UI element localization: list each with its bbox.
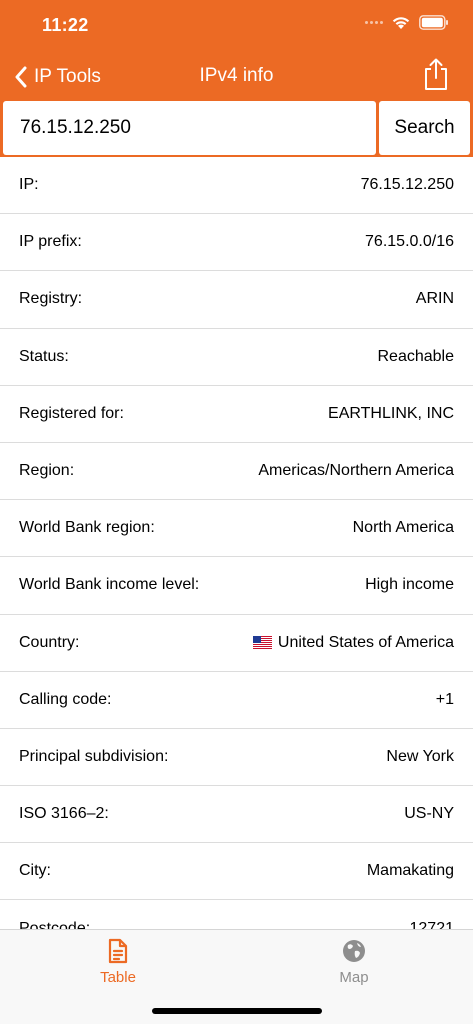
- back-button[interactable]: IP Tools: [14, 61, 101, 93]
- row-label: Principal subdivision:: [19, 747, 169, 765]
- row-label: Country:: [19, 633, 80, 651]
- home-indicator: [152, 1008, 322, 1014]
- table-row-ip[interactable]: IP: 76.15.12.250: [0, 157, 473, 215]
- row-label: City:: [19, 862, 51, 880]
- table-row-registry[interactable]: Registry: ARIN: [0, 271, 473, 329]
- table-row-status[interactable]: Status: Reachable: [0, 329, 473, 386]
- row-label: Registered for:: [19, 404, 124, 422]
- cellular-signal-icon: [365, 21, 383, 24]
- share-icon: [425, 58, 447, 90]
- row-label: Status:: [19, 347, 69, 365]
- row-label: World Bank income level:: [19, 576, 200, 594]
- row-label: IP prefix:: [19, 233, 82, 251]
- wifi-icon: [391, 15, 411, 30]
- country-name: United States of America: [277, 633, 454, 651]
- row-label: Registry:: [19, 290, 83, 308]
- row-label: Region:: [19, 462, 75, 480]
- row-label: Postcode:: [19, 919, 91, 929]
- status-time: 11:22: [42, 15, 89, 35]
- ip-search-input[interactable]: [3, 101, 376, 155]
- ip-info-table[interactable]: IP: 76.15.12.250 IP prefix: 76.15.0.0/16…: [0, 157, 473, 929]
- row-value: 12721: [409, 919, 455, 929]
- row-value: 76.15.0.0/16: [365, 233, 454, 251]
- navigation-bar: IP Tools IPv4 info: [0, 55, 473, 99]
- row-label: Calling code:: [19, 690, 112, 708]
- tab-label: Table: [100, 969, 136, 986]
- share-button[interactable]: [421, 57, 451, 91]
- row-label: ISO 3166–2:: [19, 805, 109, 823]
- status-bar: 11:22: [0, 0, 473, 50]
- globe-icon: [343, 940, 365, 962]
- row-label: IP:: [19, 176, 39, 194]
- table-row-region[interactable]: Region: Americas/Northern America: [0, 443, 473, 501]
- document-icon: [108, 938, 128, 964]
- table-row-calling-code[interactable]: Calling code: +1: [0, 672, 473, 729]
- battery-icon: [419, 15, 449, 30]
- table-row-country[interactable]: Country: United States of America: [0, 615, 473, 672]
- search-row: Search: [0, 99, 473, 159]
- row-value: 76.15.12.250: [360, 176, 454, 194]
- row-value: Americas/Northern America: [258, 462, 454, 480]
- tab-label: Map: [339, 969, 369, 986]
- row-value: US-NY: [404, 805, 454, 823]
- chevron-left-icon: [15, 66, 27, 88]
- tab-table[interactable]: Table: [58, 938, 178, 986]
- row-value: +1: [435, 690, 454, 708]
- tab-map[interactable]: Map: [294, 938, 414, 986]
- us-flag-icon: [252, 636, 272, 650]
- back-button-label: IP Tools: [34, 66, 101, 87]
- row-value: North America: [352, 519, 454, 537]
- row-value: ARIN: [415, 290, 454, 308]
- table-row-postcode[interactable]: Postcode: 12721: [0, 900, 473, 929]
- row-value: Mamakating: [366, 862, 454, 880]
- table-row-registered-for[interactable]: Registered for: EARTHLINK, INC: [0, 386, 473, 443]
- table-row-principal-subdivision[interactable]: Principal subdivision: New York: [0, 729, 473, 787]
- status-indicators: [365, 15, 449, 30]
- row-value: EARTHLINK, INC: [328, 404, 454, 422]
- row-value: New York: [386, 747, 454, 765]
- table-row-city[interactable]: City: Mamakating: [0, 843, 473, 901]
- table-row-iso-3166-2[interactable]: ISO 3166–2: US-NY: [0, 786, 473, 844]
- table-row-world-bank-income-level[interactable]: World Bank income level: High income: [0, 557, 473, 615]
- table-row-ip-prefix[interactable]: IP prefix: 76.15.0.0/16: [0, 214, 473, 272]
- row-value: United States of America: [252, 633, 454, 652]
- row-value: Reachable: [377, 347, 455, 365]
- row-label: World Bank region:: [19, 519, 155, 537]
- table-row-world-bank-region[interactable]: World Bank region: North America: [0, 500, 473, 558]
- search-button[interactable]: Search: [379, 101, 470, 155]
- row-value: High income: [365, 576, 454, 594]
